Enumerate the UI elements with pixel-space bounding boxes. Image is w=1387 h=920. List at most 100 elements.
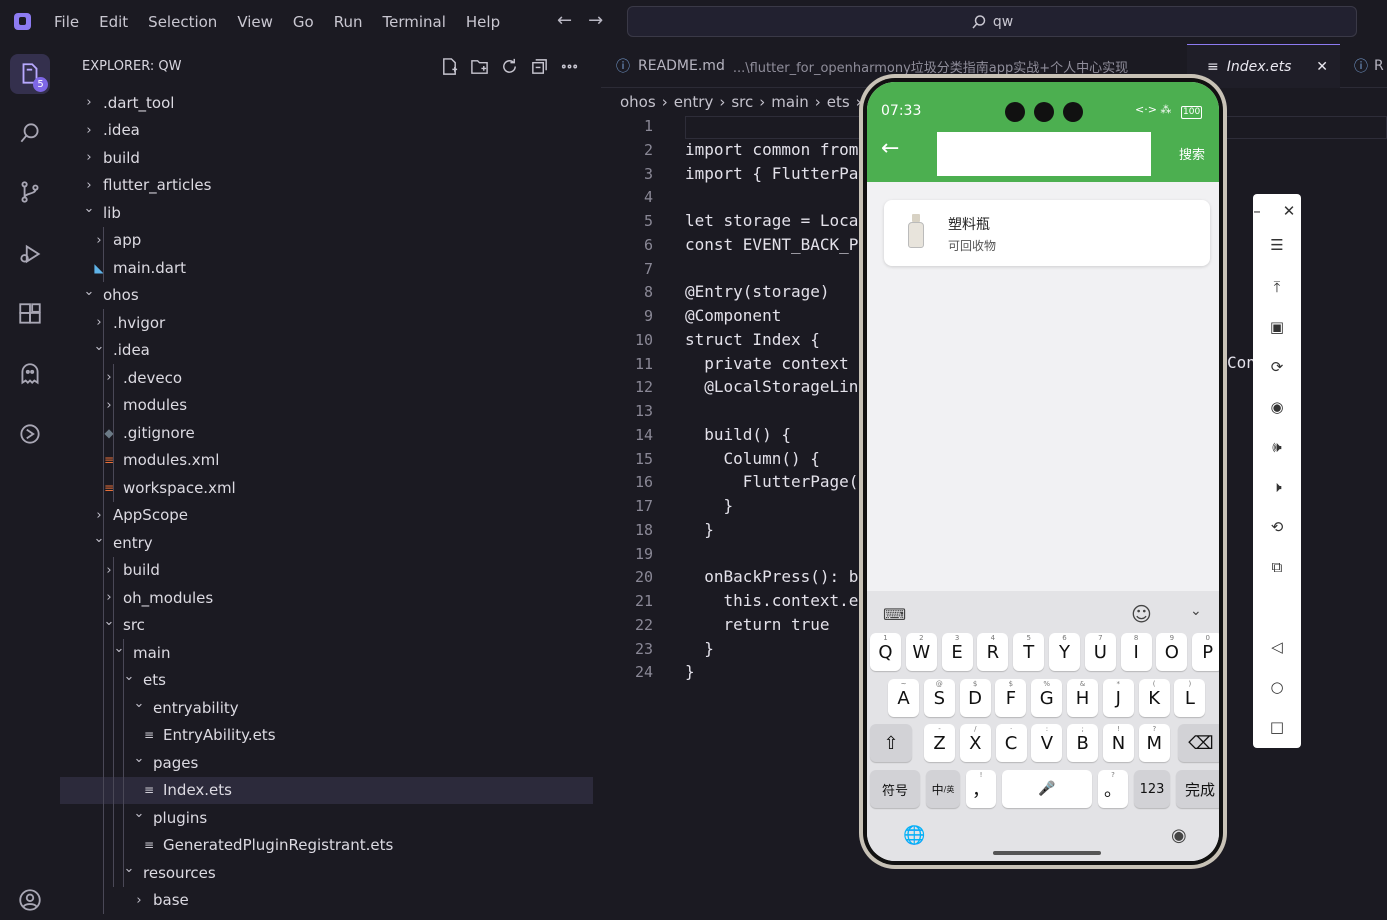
keyboard-key[interactable]: 9O	[1156, 633, 1188, 671]
tree-item[interactable]: › oh_modules	[60, 584, 593, 611]
tree-item[interactable]: ◆ .gitignore	[60, 419, 593, 446]
numbers-key[interactable]: 123	[1134, 770, 1170, 808]
tree-item[interactable]: ≡ Index.ets	[60, 776, 593, 804]
back-arrow-icon[interactable]: ←	[881, 136, 899, 161]
keyboard-key[interactable]: (K	[1138, 679, 1170, 717]
tree-item[interactable]: ⌄ resources	[60, 859, 593, 886]
minimize-icon[interactable]: –	[1245, 202, 1269, 220]
keyboard-key[interactable]: & H	[1067, 679, 1098, 717]
keyboard-key[interactable]: ~ A	[888, 679, 919, 717]
rotate-device-icon[interactable]: ⟲	[1253, 518, 1301, 536]
menu-icon[interactable]: ☰	[1253, 236, 1301, 254]
menu-file[interactable]: File	[44, 13, 89, 31]
back-arrow-icon[interactable]: ←	[557, 10, 572, 31]
keyboard-key[interactable]: 1Q	[870, 633, 901, 671]
menu-help[interactable]: Help	[456, 13, 510, 31]
forward-arrow-icon[interactable]: →	[588, 10, 603, 31]
keyboard-key[interactable]: ! N	[1103, 724, 1134, 762]
nav-home-icon[interactable]: ○	[1253, 678, 1301, 696]
globe-icon[interactable]: 🌐	[903, 825, 925, 846]
nav-recent-icon[interactable]: □	[1253, 718, 1301, 736]
tree-item[interactable]: › AppScope	[60, 502, 593, 529]
comma-key[interactable]: !，	[966, 770, 996, 808]
symbols-key[interactable]: 符号	[870, 770, 920, 808]
breadcrumb-item[interactable]: ets	[827, 93, 850, 111]
keyboard-key[interactable]: @ S	[923, 679, 955, 717]
tree-item[interactable]: ≡ GeneratedPluginRegistrant.ets	[60, 832, 593, 859]
keyboard-key[interactable]: ) L	[1174, 679, 1206, 717]
ghost-activity[interactable]	[10, 354, 50, 394]
menu-run[interactable]: Run	[324, 13, 373, 31]
tree-item[interactable]: ⌄ main	[60, 639, 593, 666]
language-key[interactable]: 中/英	[926, 770, 960, 808]
space-key[interactable]: 🎤	[1002, 770, 1092, 808]
emoji-icon[interactable]: ☺	[1131, 602, 1152, 626]
tree-item[interactable]: › .idea	[60, 117, 593, 144]
keyboard-key[interactable]: · C	[995, 724, 1027, 762]
tree-item[interactable]: › build	[60, 144, 593, 171]
new-folder-icon[interactable]	[469, 56, 489, 76]
crop-icon[interactable]: ▣	[1253, 318, 1301, 336]
explorer-activity[interactable]: 5	[10, 54, 50, 94]
shift-key[interactable]: ⇧	[870, 724, 912, 762]
keyboard-key[interactable]: $ D	[959, 679, 991, 717]
close-tab-icon[interactable]: ✕	[1316, 59, 1328, 75]
command-center-search[interactable]: qw	[627, 6, 1357, 37]
tree-item[interactable]: ≡ modules.xml	[60, 447, 593, 474]
tree-item[interactable]: › .deveco	[60, 364, 593, 391]
tree-item[interactable]: ⌄ entry	[60, 529, 593, 556]
more-icon[interactable]	[559, 56, 579, 76]
tree-item[interactable]: ⌄ entryability	[60, 694, 593, 721]
tree-item[interactable]: ⌄ src	[60, 612, 593, 639]
period-key[interactable]: ?。	[1098, 770, 1128, 808]
tree-item[interactable]: › flutter_articles	[60, 172, 593, 199]
keyboard-key[interactable]: 5T	[1013, 633, 1045, 671]
search-activity[interactable]	[10, 113, 50, 153]
pin-top-icon[interactable]: ⤒	[1253, 278, 1301, 296]
extensions-activity[interactable]	[10, 294, 50, 334]
breadcrumb-item[interactable]: entry	[674, 93, 714, 111]
keyboard-key[interactable]: $ F	[995, 679, 1027, 717]
search-button[interactable]: 搜索	[1179, 144, 1205, 163]
close-icon[interactable]: ✕	[1277, 202, 1301, 220]
search-input[interactable]	[937, 132, 1151, 176]
menu-edit[interactable]: Edit	[89, 13, 138, 31]
keyboard-key[interactable]: ; B	[1067, 724, 1099, 762]
keyboard-key[interactable]: -Z	[924, 724, 955, 762]
keyboard-key[interactable]: 3E	[941, 633, 973, 671]
menu-view[interactable]: View	[227, 13, 283, 31]
keyboard-key[interactable]: 6Y	[1049, 633, 1080, 671]
tree-item[interactable]: ⌄ lib	[60, 199, 593, 226]
keyboard-key[interactable]: 8I	[1120, 633, 1152, 671]
menu-terminal[interactable]: Terminal	[373, 13, 456, 31]
tree-item[interactable]: › .hvigor	[60, 309, 593, 336]
voice-wave-icon[interactable]: ◉	[1171, 825, 1187, 846]
keyboard-key[interactable]: / X	[959, 724, 991, 762]
tree-item[interactable]: › app	[60, 227, 593, 254]
account-activity[interactable]	[10, 880, 50, 920]
keyboard-key[interactable]: 2W	[905, 633, 937, 671]
done-key[interactable]: 完成	[1176, 770, 1219, 808]
result-card[interactable]: 塑料瓶 可回收物	[884, 200, 1210, 266]
source-control-activity[interactable]	[10, 172, 50, 212]
collapse-keyboard-icon[interactable]: ⌄	[1190, 603, 1202, 619]
device-switch-icon[interactable]: ⧉	[1253, 558, 1301, 576]
collapse-all-icon[interactable]	[529, 56, 549, 76]
tree-item[interactable]: ≡ EntryAbility.ets	[60, 722, 593, 749]
screenshot-icon[interactable]: ◉	[1253, 398, 1301, 416]
breadcrumb-item[interactable]: ohos	[620, 93, 656, 111]
keyboard-key[interactable]: 0P	[1192, 633, 1219, 671]
nav-back-icon[interactable]: ◁	[1253, 638, 1301, 656]
keyboard-key[interactable]: 4R	[977, 633, 1009, 671]
tree-item[interactable]: ⌄ pages	[60, 749, 593, 776]
new-file-icon[interactable]	[439, 56, 459, 76]
tree-item[interactable]: ⌄ ohos	[60, 282, 593, 309]
volume-down-icon[interactable]: 🕨	[1253, 478, 1301, 496]
tree-item[interactable]: ≡ workspace.xml	[60, 474, 593, 501]
keyboard-key[interactable]: :V	[1031, 724, 1063, 762]
tree-item[interactable]: › .dart_tool	[60, 89, 593, 116]
harmony-activity[interactable]	[10, 414, 50, 454]
tree-item[interactable]: › base	[60, 887, 593, 914]
tree-item[interactable]: ⌄ .idea	[60, 337, 593, 364]
tab-r[interactable]: ⓘ R	[1340, 44, 1387, 88]
